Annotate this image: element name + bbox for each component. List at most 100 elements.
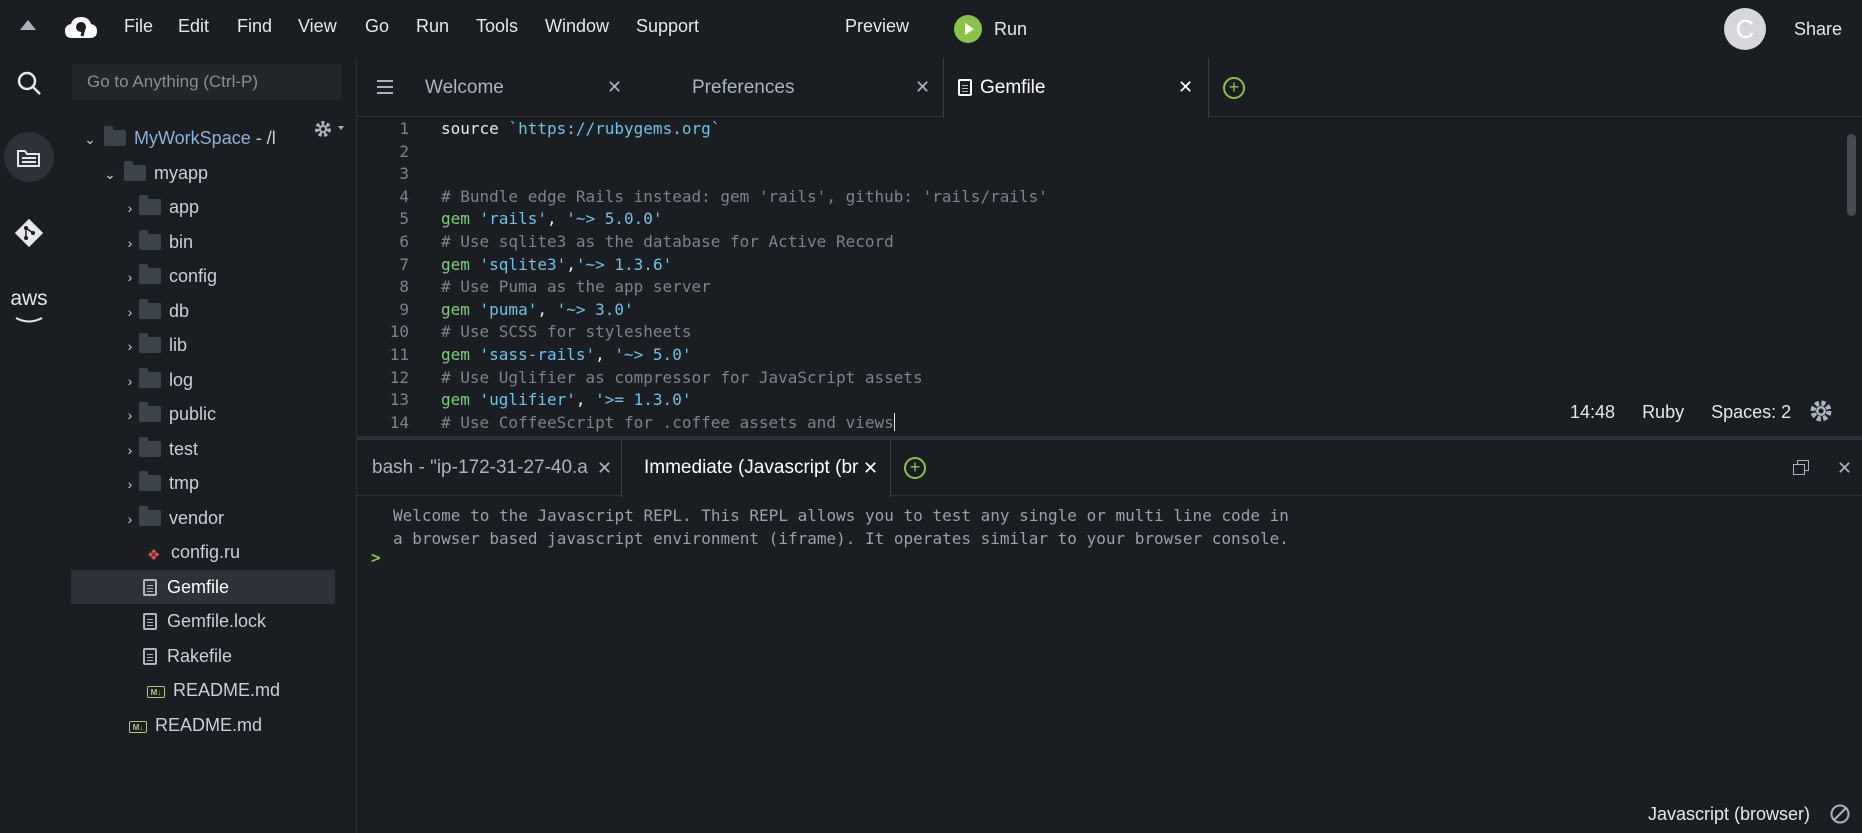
disabled-icon[interactable] [1829,803,1851,825]
cloud9-logo-icon[interactable] [64,14,98,42]
code-line[interactable]: 5 gem 'rails', '~> 5.0.0' [357,208,662,231]
close-icon[interactable]: ✕ [1178,58,1193,117]
close-icon[interactable]: ✕ [915,58,930,117]
tree-folder-tmp[interactable]: › tmp [121,466,199,500]
explorer-button[interactable] [4,132,54,182]
menu-support[interactable]: Support [636,16,699,37]
code-line[interactable]: 3 [357,163,441,186]
run-label: Run [994,18,1028,39]
tree-workspace-root[interactable]: ⌄ MyWorkSpace - /l [81,121,276,155]
avatar[interactable]: C [1724,8,1766,50]
run-button[interactable]: Run [954,14,1027,44]
code-token: 'puma' [479,299,538,319]
tab-label: bash - "ip-172-31-27-40.a [372,457,588,478]
folder-label: app [169,197,200,217]
code-line[interactable]: 14 # Use CoffeeScript for .coffee assets … [357,412,895,435]
code-line[interactable]: 9 gem 'puma', '~> 3.0' [357,299,633,322]
code-line[interactable]: 2 [357,141,441,164]
chevron-right-icon[interactable]: › [121,226,139,260]
cursor-position[interactable]: 14:48 [1570,402,1615,422]
tree-folder-bin[interactable]: › bin [121,225,193,259]
indentation-setting[interactable]: Spaces: 2 [1711,402,1791,422]
code-line[interactable]: 7 gem 'sqlite3','~> 1.3.6' [357,254,672,277]
line-number: 7 [399,254,409,274]
menu-view[interactable]: View [298,16,337,37]
tree-file-gemfile[interactable]: Gemfile [71,570,335,604]
close-panel-icon[interactable]: ✕ [1837,440,1852,496]
chevron-right-icon[interactable]: › [121,295,139,329]
javascript-repl[interactable]: Welcome to the Javascript REPL. This REP… [357,496,1862,833]
code-editor[interactable]: 1 source `https://rubygems.org` 2 3 4 # Bundl… [357,118,1862,436]
menu-run[interactable]: Run [416,16,449,37]
tree-folder-config[interactable]: › config [121,259,217,293]
repl-language-indicator[interactable]: Javascript (browser) [1648,803,1851,825]
collapse-menu-icon[interactable] [20,20,36,30]
tab-immediate-javascript[interactable]: Immediate (Javascript (br [621,440,891,497]
tree-folder-myapp[interactable]: ⌄ myapp [101,156,208,190]
tree-folder-public[interactable]: › public [121,397,216,431]
tab-welcome[interactable]: Welcome ✕ [425,58,637,117]
chevron-right-icon[interactable]: › [121,260,139,294]
repl-language-label: Javascript (browser) [1648,804,1811,824]
close-icon[interactable]: ✕ [607,58,622,117]
chevron-right-icon[interactable]: › [121,398,139,432]
code-line[interactable]: 11 gem 'sass-rails', '~> 5.0' [357,344,692,367]
play-icon [954,15,982,43]
code-line[interactable]: 1 source `https://rubygems.org` [357,118,720,141]
tree-folder-db[interactable]: › db [121,294,189,328]
search-button[interactable] [4,58,54,108]
go-to-anything-input[interactable]: Go to Anything (Ctrl-P) [72,64,342,100]
tab-bash-terminal[interactable]: bash - "ip-172-31-27-40.a [372,440,612,496]
tree-file-readme-root[interactable]: M↓ README.md [129,708,262,742]
tree-folder-lib[interactable]: › lib [121,328,187,362]
menu-go[interactable]: Go [365,16,389,37]
git-button[interactable] [4,208,54,258]
tree-file-gemfile-lock[interactable]: Gemfile.lock [143,604,266,638]
code-line[interactable]: 6 # Use sqlite3 as the database for Activ… [357,231,893,254]
tree-file-rakefile[interactable]: Rakefile [143,639,232,673]
folder-icon [139,506,161,526]
share-button[interactable]: Share [1794,19,1842,40]
tree-folder-log[interactable]: › log [121,363,193,397]
editor-scrollbar[interactable] [1847,134,1856,216]
tree-file-config-ru[interactable]: ❖ config.ru [147,535,240,569]
code-line[interactable]: 10 # Use SCSS for stylesheets [357,321,692,344]
chevron-right-icon[interactable]: › [121,467,139,501]
chevron-down-icon[interactable]: ⌄ [81,122,99,156]
menu-tools[interactable]: Tools [476,16,518,37]
tree-folder-test[interactable]: › test [121,432,198,466]
code-line[interactable]: 12 # Use Uglifier as compressor for JavaS… [357,367,923,390]
code-line[interactable]: 8 # Use Puma as the app server [357,276,710,299]
new-tab-button[interactable]: + [1223,77,1245,99]
code-line[interactable]: 13 gem 'uglifier', '>= 1.3.0' [357,389,692,412]
plus-icon: + [909,457,921,477]
menu-window[interactable]: Window [545,16,609,37]
close-icon[interactable]: ✕ [597,440,612,496]
chevron-right-icon[interactable]: › [121,364,139,398]
tab-gemfile[interactable]: Gemfile ✕ [943,58,1209,118]
repl-prompt[interactable]: > [371,548,381,567]
tree-folder-vendor[interactable]: › vendor [121,501,224,535]
gear-icon[interactable] [1808,398,1834,424]
chevron-right-icon[interactable]: › [121,502,139,536]
chevron-right-icon[interactable]: › [121,433,139,467]
chevron-right-icon[interactable]: › [121,191,139,225]
menu-file[interactable]: File [124,16,153,37]
language-mode[interactable]: Ruby [1642,402,1684,422]
aws-button[interactable]: aws [4,284,54,334]
menu-find[interactable]: Find [237,16,272,37]
chevron-right-icon[interactable]: › [121,329,139,363]
menu-edit[interactable]: Edit [178,16,209,37]
tree-file-readme-app[interactable]: M↓ README.md [147,673,280,707]
code-line[interactable]: 4 # Bundle edge Rails instead: gem 'rails… [357,186,1048,209]
chevron-down-icon[interactable]: ⌄ [101,157,119,191]
tab-preferences[interactable]: Preferences [692,58,902,117]
code-token: '>= 1.3.0' [595,390,692,410]
workspace-settings-gear-icon[interactable] [312,118,346,145]
close-icon[interactable]: ✕ [863,440,878,496]
tab-menu-icon[interactable] [377,80,393,94]
preview-button[interactable]: Preview [845,16,909,37]
tree-folder-app[interactable]: › app [121,190,199,224]
maximize-panel-icon[interactable] [1793,460,1809,476]
new-terminal-button[interactable]: + [904,457,926,479]
